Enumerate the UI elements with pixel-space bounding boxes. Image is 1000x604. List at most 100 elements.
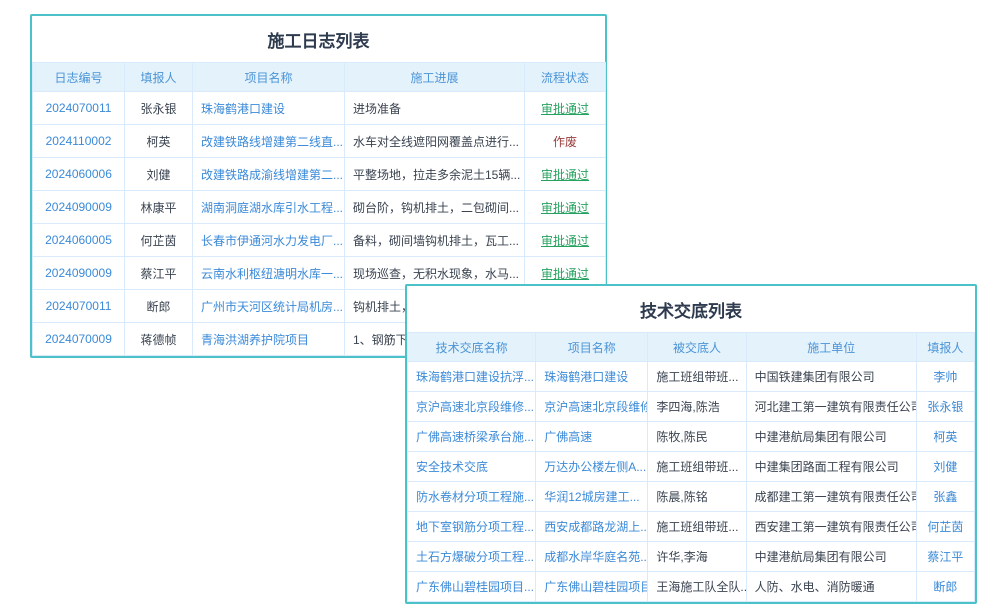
- table-row[interactable]: 京沪高速北京段维修...京沪高速北京段维修李四海,陈浩河北建工第一建筑有限责任公…: [408, 392, 975, 422]
- reporter-cell: 蔡江平: [125, 257, 193, 290]
- table-row[interactable]: 珠海鹤港口建设抗浮...珠海鹤港口建设施工班组带班...中国铁建集团有限公司李帅: [408, 362, 975, 392]
- log-id-link[interactable]: 2024090009: [33, 191, 125, 224]
- col-header-log-id: 日志编号: [33, 63, 125, 92]
- unit-cell: 中国铁建集团有限公司: [746, 362, 916, 392]
- table-row[interactable]: 广佛高速桥梁承台施...广佛高速陈牧,陈民中建港航局集团有限公司柯英: [408, 422, 975, 452]
- log-id-link[interactable]: 2024070011: [33, 92, 125, 125]
- progress-cell: 进场准备: [345, 92, 525, 125]
- reporter-link[interactable]: 何芷茵: [916, 512, 974, 542]
- table-row[interactable]: 土石方爆破分项工程...成都水岸华庭名苑...许华,李海中建港航局集团有限公司蔡…: [408, 542, 975, 572]
- col-header-person: 被交底人: [648, 333, 746, 362]
- project-link[interactable]: 万达办公楼左侧A...: [536, 452, 648, 482]
- unit-cell: 成都建工第一建筑有限责任公司: [746, 482, 916, 512]
- col-header-project: 项目名称: [536, 333, 648, 362]
- person-cell: 陈牧,陈民: [648, 422, 746, 452]
- disclosure-name-link[interactable]: 广佛高速桥梁承台施...: [408, 422, 536, 452]
- project-link[interactable]: 青海洪湖养护院项目: [193, 323, 345, 356]
- person-cell: 陈晨,陈铭: [648, 482, 746, 512]
- project-link[interactable]: 长春市伊通河水力发电厂...: [193, 224, 345, 257]
- reporter-cell: 断郎: [125, 290, 193, 323]
- reporter-link[interactable]: 柯英: [916, 422, 974, 452]
- project-link[interactable]: 成都水岸华庭名苑...: [536, 542, 648, 572]
- reporter-link[interactable]: 李帅: [916, 362, 974, 392]
- status-badge[interactable]: 审批通过: [525, 224, 606, 257]
- reporter-cell: 张永银: [125, 92, 193, 125]
- reporter-cell: 何芷茵: [125, 224, 193, 257]
- project-link[interactable]: 广佛高速: [536, 422, 648, 452]
- table-row[interactable]: 安全技术交底万达办公楼左侧A...施工班组带班...中建集团路面工程有限公司刘健: [408, 452, 975, 482]
- disclosure-name-link[interactable]: 安全技术交底: [408, 452, 536, 482]
- technical-disclosure-rows: 珠海鹤港口建设抗浮...珠海鹤港口建设施工班组带班...中国铁建集团有限公司李帅…: [408, 362, 975, 602]
- project-link[interactable]: 西安成都路龙湖上...: [536, 512, 648, 542]
- disclosure-name-link[interactable]: 防水卷材分项工程施...: [408, 482, 536, 512]
- unit-cell: 中建集团路面工程有限公司: [746, 452, 916, 482]
- reporter-link[interactable]: 断郎: [916, 572, 974, 602]
- col-header-disclosure-name: 技术交底名称: [408, 333, 536, 362]
- log-id-link[interactable]: 2024090009: [33, 257, 125, 290]
- table-row[interactable]: 2024090009林康平湖南洞庭湖水库引水工程...砌台阶，钩机排土，二包砌间…: [33, 191, 606, 224]
- project-link[interactable]: 广东佛山碧桂园项目: [536, 572, 648, 602]
- table-row[interactable]: 防水卷材分项工程施...华润12城房建工...陈晨,陈铭成都建工第一建筑有限责任…: [408, 482, 975, 512]
- disclosure-name-link[interactable]: 广东佛山碧桂园项目...: [408, 572, 536, 602]
- unit-cell: 西安建工第一建筑有限责任公司: [746, 512, 916, 542]
- progress-cell: 备料，砌间墙钩机排土，瓦工...: [345, 224, 525, 257]
- disclosure-name-link[interactable]: 京沪高速北京段维修...: [408, 392, 536, 422]
- status-badge[interactable]: 审批通过: [525, 158, 606, 191]
- disclosure-name-link[interactable]: 土石方爆破分项工程...: [408, 542, 536, 572]
- table-row[interactable]: 2024110002柯英改建铁路线增建第二线直...水车对全线遮阳网覆盖点进行.…: [33, 125, 606, 158]
- progress-cell: 砌台阶，钩机排土，二包砌间...: [345, 191, 525, 224]
- table-row[interactable]: 2024070011张永银珠海鹤港口建设进场准备审批通过: [33, 92, 606, 125]
- person-cell: 施工班组带班...: [648, 452, 746, 482]
- reporter-cell: 蒋德帧: [125, 323, 193, 356]
- col-header-status: 流程状态: [525, 63, 606, 92]
- log-id-link[interactable]: 2024060006: [33, 158, 125, 191]
- unit-cell: 人防、水电、消防暖通: [746, 572, 916, 602]
- status-badge[interactable]: 审批通过: [525, 92, 606, 125]
- log-id-link[interactable]: 2024070011: [33, 290, 125, 323]
- progress-cell: 平整场地，拉走多余泥土15辆...: [345, 158, 525, 191]
- table-row[interactable]: 2024060005何芷茵长春市伊通河水力发电厂...备料，砌间墙钩机排土，瓦工…: [33, 224, 606, 257]
- progress-cell: 水车对全线遮阳网覆盖点进行...: [345, 125, 525, 158]
- unit-cell: 中建港航局集团有限公司: [746, 422, 916, 452]
- table-header-row: 技术交底名称 项目名称 被交底人 施工单位 填报人: [408, 333, 975, 362]
- disclosure-name-link[interactable]: 珠海鹤港口建设抗浮...: [408, 362, 536, 392]
- reporter-link[interactable]: 蔡江平: [916, 542, 974, 572]
- project-link[interactable]: 改建铁路线增建第二线直...: [193, 125, 345, 158]
- project-link[interactable]: 珠海鹤港口建设: [193, 92, 345, 125]
- disclosure-name-link[interactable]: 地下室钢筋分项工程...: [408, 512, 536, 542]
- person-cell: 李四海,陈浩: [648, 392, 746, 422]
- project-link[interactable]: 华润12城房建工...: [536, 482, 648, 512]
- reporter-link[interactable]: 张鑫: [916, 482, 974, 512]
- person-cell: 施工班组带班...: [648, 512, 746, 542]
- col-header-unit: 施工单位: [746, 333, 916, 362]
- log-id-link[interactable]: 2024070009: [33, 323, 125, 356]
- project-link[interactable]: 云南水利枢纽溏明水库一...: [193, 257, 345, 290]
- table-row[interactable]: 2024060006刘健改建铁路成渝线增建第二...平整场地，拉走多余泥土15辆…: [33, 158, 606, 191]
- reporter-cell: 林康平: [125, 191, 193, 224]
- col-header-reporter: 填报人: [125, 63, 193, 92]
- log-id-link[interactable]: 2024060005: [33, 224, 125, 257]
- table-row[interactable]: 广东佛山碧桂园项目...广东佛山碧桂园项目王海施工队全队...人防、水电、消防暖…: [408, 572, 975, 602]
- construction-log-title: 施工日志列表: [32, 16, 605, 62]
- project-link[interactable]: 京沪高速北京段维修: [536, 392, 648, 422]
- reporter-cell: 刘健: [125, 158, 193, 191]
- reporter-link[interactable]: 张永银: [916, 392, 974, 422]
- technical-disclosure-title: 技术交底列表: [407, 286, 975, 332]
- project-link[interactable]: 湖南洞庭湖水库引水工程...: [193, 191, 345, 224]
- table-header-row: 日志编号 填报人 项目名称 施工进展 流程状态: [33, 63, 606, 92]
- col-header-reporter: 填报人: [916, 333, 974, 362]
- col-header-progress: 施工进展: [345, 63, 525, 92]
- person-cell: 许华,李海: [648, 542, 746, 572]
- table-row[interactable]: 地下室钢筋分项工程...西安成都路龙湖上...施工班组带班...西安建工第一建筑…: [408, 512, 975, 542]
- project-link[interactable]: 改建铁路成渝线增建第二...: [193, 158, 345, 191]
- status-badge[interactable]: 审批通过: [525, 191, 606, 224]
- project-link[interactable]: 珠海鹤港口建设: [536, 362, 648, 392]
- person-cell: 王海施工队全队...: [648, 572, 746, 602]
- log-id-link[interactable]: 2024110002: [33, 125, 125, 158]
- project-link[interactable]: 广州市天河区统计局机房...: [193, 290, 345, 323]
- unit-cell: 河北建工第一建筑有限责任公司: [746, 392, 916, 422]
- technical-disclosure-table: 技术交底名称 项目名称 被交底人 施工单位 填报人 珠海鹤港口建设抗浮...珠海…: [407, 332, 975, 602]
- status-badge[interactable]: 作废: [525, 125, 606, 158]
- reporter-link[interactable]: 刘健: [916, 452, 974, 482]
- col-header-project: 项目名称: [193, 63, 345, 92]
